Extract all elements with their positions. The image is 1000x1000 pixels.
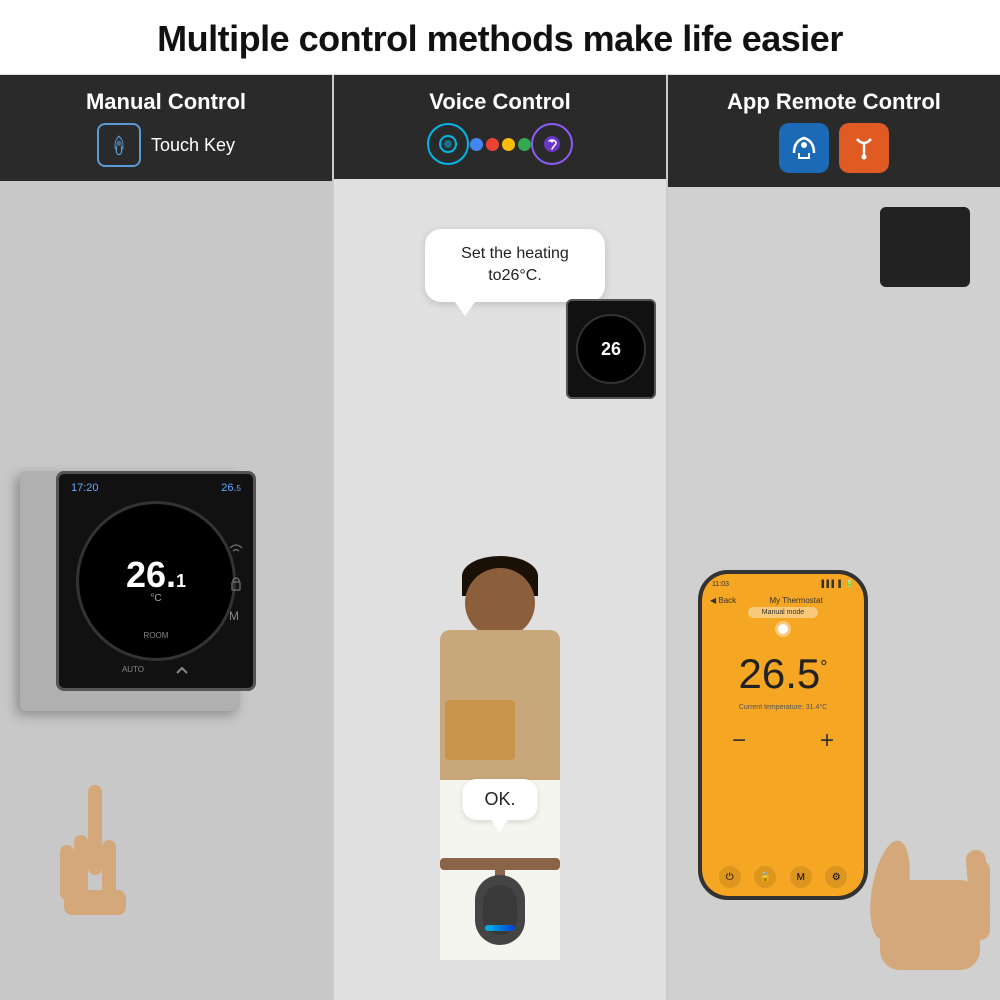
phone-bottom-bar: ⏻ 🔒 M ⚙	[702, 858, 864, 896]
finger-pointer	[60, 785, 130, 920]
phone-mockup: 11:03 ▌▌▌ ▌ 🔋 ◀ Back My Thermostat Manua…	[698, 570, 868, 900]
voice-heading: Voice Control	[344, 89, 656, 115]
voice-content: Set the heating to26°C. 26	[334, 179, 666, 1000]
phone-screen: 11:03 ▌▌▌ ▌ 🔋 ◀ Back My Thermostat Manua…	[702, 574, 864, 896]
svg-text:M: M	[229, 609, 239, 622]
person-head	[465, 568, 535, 638]
lock-icon	[227, 574, 245, 592]
thermostat-time: 17:20	[71, 482, 99, 494]
settings-icon[interactable]: ⚙	[825, 866, 847, 888]
mode-icon[interactable]: M	[790, 866, 812, 888]
m-letter-icon: M	[227, 608, 241, 622]
phone-time: 11:03	[712, 581, 729, 588]
phone-title: My Thermostat	[769, 596, 822, 605]
speech-bubble-command: Set the heating to26°C.	[425, 229, 605, 302]
touch-key-label: Touch Key	[151, 135, 235, 156]
app-control-column: App Remote Control	[668, 75, 1000, 1000]
thermostat-device: 17:20 26.5 26.1 °C ROOM AUTO	[56, 471, 256, 691]
phone-current-temp: Current temperature: 31.4°C	[702, 704, 864, 711]
mini-screen: 26	[576, 314, 646, 384]
voice-control-column: Voice Control	[334, 75, 668, 1000]
touch-key-icon	[97, 123, 141, 167]
manual-header: Manual Control Touch Key	[0, 75, 332, 181]
mini-temp: 26	[601, 339, 621, 360]
phone-back[interactable]: ◀ Back	[710, 596, 736, 605]
page-wrapper: Multiple control methods make life easie…	[0, 0, 1000, 1000]
app-icons-row	[678, 123, 990, 177]
voice-icons-row	[344, 123, 656, 169]
phone-indicator-dot	[778, 624, 788, 634]
mini-thermostat: 26	[566, 299, 656, 399]
phone-temperature: 26.5°	[739, 650, 828, 697]
wifi-icon	[227, 540, 245, 558]
app-content: 11:03 ▌▌▌ ▌ 🔋 ◀ Back My Thermostat Manua…	[668, 187, 1000, 1000]
phone-mode-badge: Manual mode	[748, 607, 818, 618]
alexa-icon	[427, 123, 469, 165]
box-package	[445, 700, 515, 760]
alexa-speaker	[475, 875, 525, 945]
smartlife-icon	[779, 123, 829, 173]
thermostat-set-temp: 26.5	[221, 482, 241, 494]
manual-control-column: Manual Control Touch Key	[0, 75, 334, 1000]
dark-device	[880, 207, 970, 287]
increase-temp-button[interactable]: +	[820, 727, 834, 755]
thermostat-screen: 26.1 °C ROOM	[76, 501, 236, 661]
phone-temp-unit: °	[820, 657, 827, 677]
phone-temp-display: 26.5°	[702, 640, 864, 704]
google-icon	[479, 123, 521, 165]
app-heading: App Remote Control	[678, 89, 990, 115]
manual-icons-row: Touch Key	[10, 123, 322, 171]
manual-heading: Manual Control	[10, 89, 322, 115]
chevron-up-icon	[174, 662, 190, 678]
thermostat-display-temp: 26.1	[126, 557, 186, 593]
page-title: Multiple control methods make life easie…	[10, 18, 990, 60]
phone-signal: ▌▌▌ ▌ 🔋	[822, 580, 854, 588]
tuya-icon	[839, 123, 889, 173]
header: Multiple control methods make life easie…	[0, 0, 1000, 75]
manual-content: 17:20 26.5 26.1 °C ROOM AUTO	[0, 181, 332, 1000]
phone-status-bar: 11:03 ▌▌▌ ▌ 🔋	[702, 574, 864, 594]
schedule-icon[interactable]: 🔒	[754, 866, 776, 888]
thermostat-room: ROOM	[144, 631, 169, 640]
siri-icon	[531, 123, 573, 165]
decrease-temp-button[interactable]: −	[732, 727, 746, 755]
alexa-ring	[485, 925, 515, 931]
thermostat-unit: °C	[150, 593, 161, 604]
columns-container: Manual Control Touch Key	[0, 75, 1000, 1000]
hand-holding-phone	[860, 780, 1000, 1000]
app-header: App Remote Control	[668, 75, 1000, 187]
thermostat-auto: AUTO	[122, 665, 144, 674]
phone-temp-controls: − +	[702, 721, 864, 761]
power-icon[interactable]: ⏻	[719, 866, 741, 888]
ok-speech-bubble: OK.	[462, 779, 537, 820]
voice-header: Voice Control	[334, 75, 666, 179]
